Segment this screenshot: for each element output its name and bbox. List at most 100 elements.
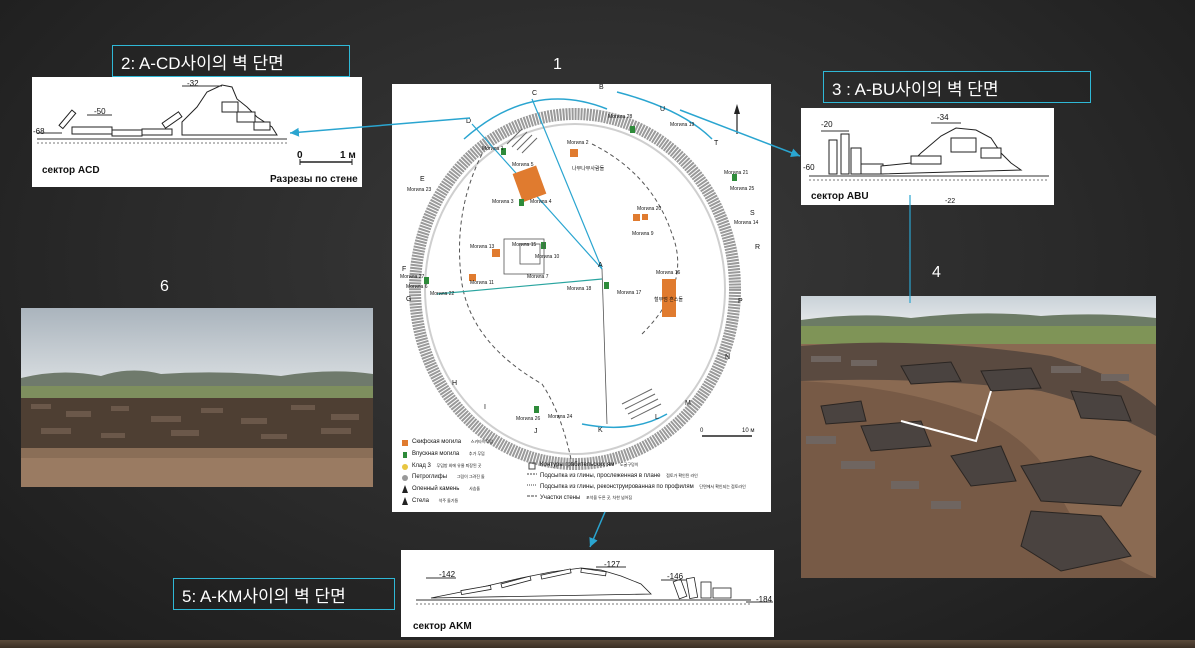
legend-item-6-ko: 석주 돌기둥 xyxy=(438,498,459,503)
section-akm-level-d: -184 xyxy=(756,595,773,604)
section-acd-note: Разрезы по стене xyxy=(270,174,358,185)
section-acd-label: сектор ACD xyxy=(42,165,100,176)
map-letter-p: P xyxy=(738,298,743,305)
legend2-item-1-ko: 도굴구덩이 xyxy=(620,462,639,467)
legend-item-1-ko: 스키타이무덤 xyxy=(470,439,493,444)
site-plan-map: B C D E F G H I J K L M N P R S T U A Мо… xyxy=(392,84,771,512)
figure-number-1: 1 xyxy=(553,56,562,73)
grave-label-1: Могила 1 xyxy=(482,146,504,152)
legend-item-1-ru: Скифская могила xyxy=(412,439,462,445)
legend-item-5-ru: Оленный камень xyxy=(412,486,460,492)
grave-label-3: Могила 3 xyxy=(492,199,514,205)
legend-item-3: Клад 3 무덤방 외에 유물 퇴장된 곳 xyxy=(412,463,481,469)
grave-label-13: Могила 13 xyxy=(470,244,495,250)
map-note-rocks: 나무나무사람돌 xyxy=(572,166,605,172)
legend2-item-4-ko: 포석을 두른 곳, 차한 넘어짐 xyxy=(585,495,633,500)
legend2-item-2: Подсыпка из глины, прослеженная в плане … xyxy=(540,473,698,479)
section-abu-level-a: -20 xyxy=(821,120,833,129)
section-acd-scale-zero: 0 xyxy=(297,150,303,161)
map-letter-e: E xyxy=(420,176,425,183)
map-scale-zero: 0 xyxy=(700,428,704,434)
legend2-item-2-ko: 점토가 확인된 라인 xyxy=(666,473,698,478)
grave-label-4: Могила 4 xyxy=(530,199,552,205)
grave-label-15: Могила 15 xyxy=(512,242,537,248)
map-letter-s: S xyxy=(750,210,755,217)
figure-number-6: 6 xyxy=(160,278,169,295)
map-letter-a: A xyxy=(598,262,603,269)
map-letter-b: B xyxy=(599,84,604,91)
grave-label-20: Могила 20 xyxy=(637,206,662,212)
legend-item-5: Оленный камень 사슴돌 xyxy=(412,486,480,492)
section-abu-label: сектор ABU xyxy=(811,191,869,202)
grave-label-14: Могила 14 xyxy=(734,220,759,226)
legend2-item-4-ru: Участки стены xyxy=(540,495,581,501)
section-abu-level-b: -34 xyxy=(937,113,949,122)
site-plan-drawing xyxy=(402,91,752,505)
map-scale-ten: 10 м xyxy=(742,428,755,434)
caption-3: 3 : A-BU사이의 벽 단면 xyxy=(823,71,1091,103)
grave-label-9: Могила 9 xyxy=(632,231,654,237)
photo-6-wall-panorama xyxy=(21,308,373,487)
legend2-item-3-ru: Подсыпка из глины, реконструированная по… xyxy=(540,484,694,490)
map-letter-l: L xyxy=(655,414,659,421)
caption-2: 2: A-CD사이의 벽 단면 xyxy=(112,45,350,77)
section-akm-level-b: -127 xyxy=(604,560,621,569)
photo-4-excavation xyxy=(801,296,1156,578)
section-akm-level-c: -146 xyxy=(667,572,684,581)
grave-label-28: Могила 28 xyxy=(608,114,633,120)
legend-item-2-ko: 추가 무덤 xyxy=(468,451,485,456)
figure-number-4: 4 xyxy=(932,264,941,281)
grave-label-11: Могила 11 xyxy=(470,280,494,286)
legend2-item-1-ru: Контуры грабительских ям xyxy=(540,462,615,468)
section-acd-scale-one: 1 м xyxy=(340,150,356,161)
grave-label-7: Могила 7 xyxy=(527,274,549,280)
grave-label-6: Могила 6 xyxy=(406,284,428,290)
section-akm-label: сектор AKM xyxy=(413,621,472,632)
grave-label-16: Могила 16 xyxy=(656,270,681,276)
section-abu-level-c: -60 xyxy=(803,163,815,172)
map-letter-i: I xyxy=(484,404,486,411)
caption-5: 5: A-KM사이의 벽 단면 xyxy=(173,578,395,610)
map-letter-g: G xyxy=(406,296,412,303)
map-letter-j: J xyxy=(534,428,538,435)
section-abu-panel: -20 -34 -60 -22 сектор ABU xyxy=(801,108,1054,205)
grave-label-27: Могила 27 xyxy=(400,274,425,280)
map-letter-k: K xyxy=(598,427,603,434)
legend-item-3-ru: Клад 3 xyxy=(412,463,431,469)
grave-label-23: Могила 23 xyxy=(407,187,432,193)
grave-label-22: Могила 22 xyxy=(430,291,455,297)
grave-label-2: Могила 2 xyxy=(567,140,589,146)
photo-6-image xyxy=(21,308,373,487)
legend-item-3-ko: 무덤방 외에 유물 퇴장된 곳 xyxy=(436,463,482,468)
legend-item-4: Петроглифы 그림이 그려진 돌 xyxy=(412,474,485,480)
map-letter-f: F xyxy=(402,266,407,273)
grave-label-26: Могила 26 xyxy=(516,416,541,422)
photo-4-image xyxy=(801,296,1156,578)
legend2-item-3-ko: 단면에서 확인되는 점토라인 xyxy=(699,484,746,489)
legend-item-6: Стела 석주 돌기둥 xyxy=(412,498,458,504)
section-acd-panel: -68 -50 -32 сектор ACD 0 1 м Разрезы по … xyxy=(32,77,362,187)
grave-label-18: Могила 18 xyxy=(567,286,592,292)
grave-label-21: Могила 21 xyxy=(724,170,749,176)
connector-to-akm xyxy=(589,511,606,548)
map-letter-d: D xyxy=(466,118,472,125)
legend2-item-4: Участки стены 포석을 두른 곳, 차한 넘어짐 xyxy=(540,495,632,501)
map-letter-t: T xyxy=(714,140,719,147)
section-akm-level-a: -142 xyxy=(439,570,456,579)
grave-label-5: Могила 5 xyxy=(512,162,534,168)
map-letter-m: M xyxy=(685,400,691,407)
map-letter-r: R xyxy=(755,244,761,251)
grave-label-17: Могила 17 xyxy=(617,290,642,296)
section-akm-panel: -142 -127 -146 -184 сектор AKM xyxy=(401,550,774,637)
map-letter-u: U xyxy=(660,106,666,113)
legend-item-2-ru: Впускная могила xyxy=(412,451,460,457)
legend2-item-3: Подсыпка из глины, реконструированная по… xyxy=(540,484,746,490)
section-acd-level-top: -32 xyxy=(187,79,199,88)
legend-item-1: Скифская могила 스키타이무덤 xyxy=(412,439,493,445)
legend2-item-1: Контуры грабительских ям 도굴구덩이 xyxy=(540,462,638,468)
legend-item-4-ru: Петроглифы xyxy=(412,474,448,480)
bottom-strip xyxy=(0,640,1195,648)
section-acd-level-left: -68 xyxy=(33,127,45,136)
grave-label-19: Могила 19 xyxy=(670,122,695,128)
legend-item-5-ko: 사슴돌 xyxy=(469,486,481,491)
